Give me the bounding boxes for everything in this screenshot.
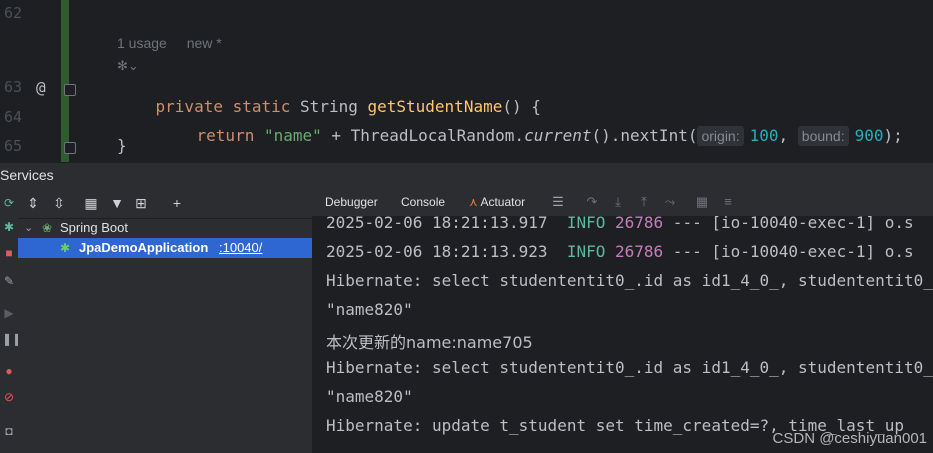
new-tab-icon[interactable]: ⊞ xyxy=(132,194,150,212)
log-line: 2025-02-06 18:21:13.923 INFO 26786 --- [… xyxy=(326,242,914,261)
line-number: 63 xyxy=(3,78,22,96)
nextint-call: ().nextInt( xyxy=(591,126,698,145)
line-number: 62 xyxy=(3,4,22,22)
services-panel-header: Services xyxy=(0,162,933,189)
spring-boot-icon: ❀ xyxy=(42,221,53,235)
actuator-icon: ⋏ xyxy=(469,195,478,209)
run-to-cursor-icon[interactable]: ⤳ xyxy=(662,194,678,210)
author-hint[interactable]: new * xyxy=(187,35,222,51)
console-text-line: "name820" xyxy=(326,300,413,319)
log-pid: 26786 xyxy=(615,213,664,232)
tab-actuator-label: Actuator xyxy=(480,195,526,209)
step-into-icon[interactable]: ⤓ xyxy=(610,194,626,210)
bound-value: 900 xyxy=(854,126,884,145)
log-date: 2025-02-06 18:21:13.917 xyxy=(326,213,548,232)
watermark: CSDN @ceshiyuan001 xyxy=(772,430,927,447)
stop-icon[interactable]: ■ xyxy=(2,246,16,260)
tab-actuator[interactable]: ⋏ Actuator xyxy=(469,195,525,209)
console-text-line: "name820" xyxy=(326,387,413,406)
log-level: INFO xyxy=(566,242,606,261)
annotation-gutter-icon[interactable]: @ xyxy=(36,78,46,97)
plus-op: + xyxy=(321,126,351,145)
code-line-return: return "name" + ThreadLocalRandom.curren… xyxy=(158,107,903,162)
kw-return: return xyxy=(196,126,255,145)
line-number: 64 xyxy=(3,108,22,126)
pause-icon[interactable]: ❚❚ xyxy=(2,332,22,346)
ai-sparkle-icon[interactable]: ✻⌄ xyxy=(117,58,139,74)
evaluate-icon[interactable]: ▦ xyxy=(694,194,710,210)
tree-node-jpa-demo-app[interactable]: ✱ JpaDemoApplication :10040/ xyxy=(18,238,312,258)
resume-icon[interactable]: ▶ xyxy=(2,306,16,320)
console-text-line: Hibernate: select studententit0_.id as i… xyxy=(326,271,933,290)
log-level: INFO xyxy=(566,213,606,232)
close-brace: } xyxy=(117,136,127,155)
expand-all-icon[interactable]: ⇕ xyxy=(24,194,42,212)
log-line: 2025-02-06 18:21:13.917 INFO 26786 --- [… xyxy=(326,213,914,232)
comma: , xyxy=(778,126,798,145)
breakpoints-icon[interactable]: ● xyxy=(2,364,16,378)
fold-icon[interactable] xyxy=(64,84,76,96)
origin-value: 100 xyxy=(749,126,779,145)
services-tree-pane: ⇕ ⇳ ▦ ▼ ⊞ + ⌄ ❀ Spring Boot ✱ JpaDemoApp… xyxy=(18,188,313,453)
param-hint-bound: bound: xyxy=(797,126,849,146)
line-number: 65 xyxy=(3,137,22,155)
console-text-line: 本次更新的name:name705 xyxy=(326,333,533,352)
current-call: current xyxy=(524,126,592,145)
services-side-toolbar: ⟳ ✱ ■ ✎ ▶ ❚❚ ● ⊘ ◘ xyxy=(0,188,22,453)
code-editor[interactable]: 62 63 64 65 @ 1 usage new * ✻⌄ private s… xyxy=(0,0,933,162)
console-text-line: Hibernate: select studententit0_.id as i… xyxy=(326,358,933,377)
tab-debugger[interactable]: Debugger xyxy=(325,195,378,209)
run-debug-icon[interactable]: ✱ xyxy=(2,220,16,234)
log-pid: 26786 xyxy=(615,242,664,261)
collapse-all-icon[interactable]: ⇳ xyxy=(50,194,68,212)
tree-node-spring-boot[interactable]: ⌄ ❀ Spring Boot xyxy=(18,218,312,238)
app-port-link[interactable]: :10040/ xyxy=(219,238,262,258)
mute-breakpoints-icon[interactable]: ⊘ xyxy=(2,390,16,404)
app-name: JpaDemoApplication xyxy=(79,240,209,255)
class-ref: ThreadLocalRandom. xyxy=(350,126,525,145)
trace-icon[interactable]: ≡ xyxy=(720,194,736,210)
camera-icon[interactable]: ◘ xyxy=(2,424,16,438)
services-title[interactable]: Services xyxy=(0,167,54,183)
tab-console[interactable]: Console xyxy=(401,195,445,209)
chevron-down-icon[interactable]: ⌄ xyxy=(24,218,33,238)
add-icon[interactable]: + xyxy=(168,194,186,212)
tree-node-label: Spring Boot xyxy=(60,220,128,235)
filter-icon[interactable]: ▼ xyxy=(108,194,126,212)
log-rest: --- [io-10040-exec-1] o.s xyxy=(663,213,914,232)
console-pane[interactable]: Debugger Console ⋏ Actuator ☰ ↷ ⤓ ⤒ ⤳ ▦ … xyxy=(312,188,933,453)
running-app-icon: ✱ xyxy=(60,241,71,255)
string-literal: "name" xyxy=(263,126,322,145)
group-by-icon[interactable]: ▦ xyxy=(82,194,100,212)
log-date: 2025-02-06 18:21:13.923 xyxy=(326,242,548,261)
usage-count[interactable]: 1 usage xyxy=(117,35,167,51)
log-rest: --- [io-10040-exec-1] o.s xyxy=(663,242,914,261)
param-hint-origin: origin: xyxy=(697,126,744,146)
vcs-change-marker[interactable] xyxy=(61,0,69,162)
step-over-icon[interactable]: ↷ xyxy=(584,194,600,210)
code-vision[interactable]: 1 usage new * xyxy=(117,35,238,51)
step-out-icon[interactable]: ⤒ xyxy=(636,194,652,210)
menu-icon[interactable]: ☰ xyxy=(550,194,566,210)
wrench-icon[interactable]: ✎ xyxy=(2,274,16,288)
fold-icon[interactable] xyxy=(64,142,76,154)
tree-toolbar: ⇕ ⇳ ▦ ▼ ⊞ + xyxy=(18,188,312,219)
rerun-icon[interactable]: ⟳ xyxy=(2,196,16,210)
call-end: ); xyxy=(883,126,903,145)
